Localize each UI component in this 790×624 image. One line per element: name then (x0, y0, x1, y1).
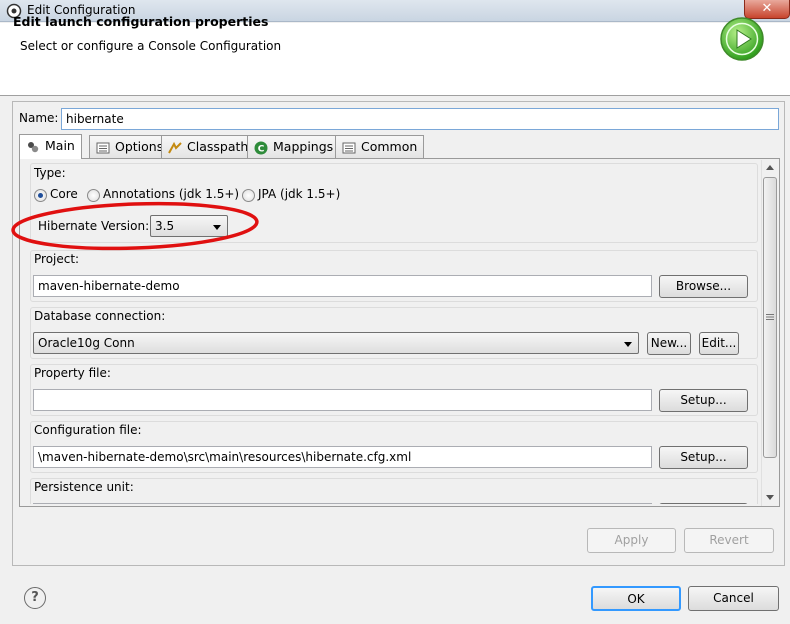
database-connection-select[interactable]: Oracle10g Conn (33, 332, 639, 354)
configuration-file-input[interactable]: \maven-hibernate-demo\src\main\resources… (33, 446, 652, 468)
tab-classpath[interactable]: Classpath (161, 135, 256, 158)
cancel-button[interactable]: Cancel (688, 586, 779, 611)
database-connection-group: Database connection: Oracle10g Conn New.… (30, 307, 758, 359)
apply-button[interactable]: Apply (587, 528, 676, 553)
main-tab-icon (28, 142, 39, 153)
revert-button[interactable]: Revert (684, 528, 774, 553)
scroll-up-icon[interactable] (765, 163, 775, 171)
name-label: Name: (19, 111, 59, 125)
property-file-input[interactable] (33, 389, 652, 411)
database-connection-value: Oracle10g Conn (38, 336, 135, 350)
project-label: Project: (34, 252, 80, 266)
common-tab-icon (342, 142, 356, 154)
classpath-tab-icon (168, 141, 182, 154)
svg-text:C: C (258, 145, 265, 155)
edit-connection-button[interactable]: Edit... (699, 332, 739, 355)
tab-common-label: Common (361, 139, 418, 154)
configuration-file-setup-button[interactable]: Setup... (659, 446, 748, 469)
header-title: Edit launch configuration properties (13, 14, 269, 29)
persistence-unit-label: Persistence unit: (34, 480, 134, 494)
core-radio-label: Core (50, 187, 78, 201)
tab-options-label: Options (115, 139, 164, 154)
tab-main-label: Main (45, 138, 75, 153)
annotation-ellipse (11, 201, 259, 251)
tab-mappings[interactable]: C Mappings (247, 135, 341, 158)
property-file-label: Property file: (34, 366, 111, 380)
annotations-radio-label: Annotations (jdk 1.5+) (103, 187, 240, 201)
help-icon[interactable]: ? (24, 587, 46, 609)
tab-classpath-label: Classpath (187, 139, 249, 154)
project-input[interactable]: maven-hibernate-demo (33, 275, 652, 297)
property-file-setup-button[interactable]: Setup... (659, 389, 748, 412)
jpa-radio-label: JPA (jdk 1.5+) (258, 187, 341, 201)
browse-button[interactable]: Browse... (659, 275, 748, 298)
scroll-down-icon[interactable] (765, 494, 775, 502)
persistence-unit-button[interactable] (659, 503, 748, 504)
ok-button[interactable]: OK (591, 586, 681, 611)
new-connection-button[interactable]: New... (647, 332, 691, 355)
configuration-file-group: Configuration file: \maven-hibernate-dem… (30, 421, 758, 473)
property-file-group: Property file: Setup... (30, 364, 758, 416)
persistence-unit-input[interactable] (33, 503, 652, 504)
tab-mappings-label: Mappings (273, 139, 334, 154)
tab-common[interactable]: Common (335, 135, 425, 158)
type-label: Type: (34, 166, 66, 180)
header-description: Select or configure a Console Configurat… (20, 39, 282, 53)
persistence-unit-group: Persistence unit: (30, 478, 758, 504)
database-connection-label: Database connection: (34, 309, 166, 323)
mappings-tab-icon: C (254, 141, 268, 155)
dialog-header (0, 23, 790, 96)
configuration-file-label: Configuration file: (34, 423, 142, 437)
chevron-down-icon (624, 342, 632, 347)
project-group: Project: maven-hibernate-demo Browse... (30, 250, 758, 302)
options-tab-icon (96, 142, 110, 154)
run-icon (720, 17, 764, 61)
name-input[interactable] (61, 108, 779, 130)
scrollbar-grip-icon (766, 314, 774, 320)
tab-options[interactable]: Options (89, 135, 171, 158)
tab-main[interactable]: Main (19, 134, 82, 159)
